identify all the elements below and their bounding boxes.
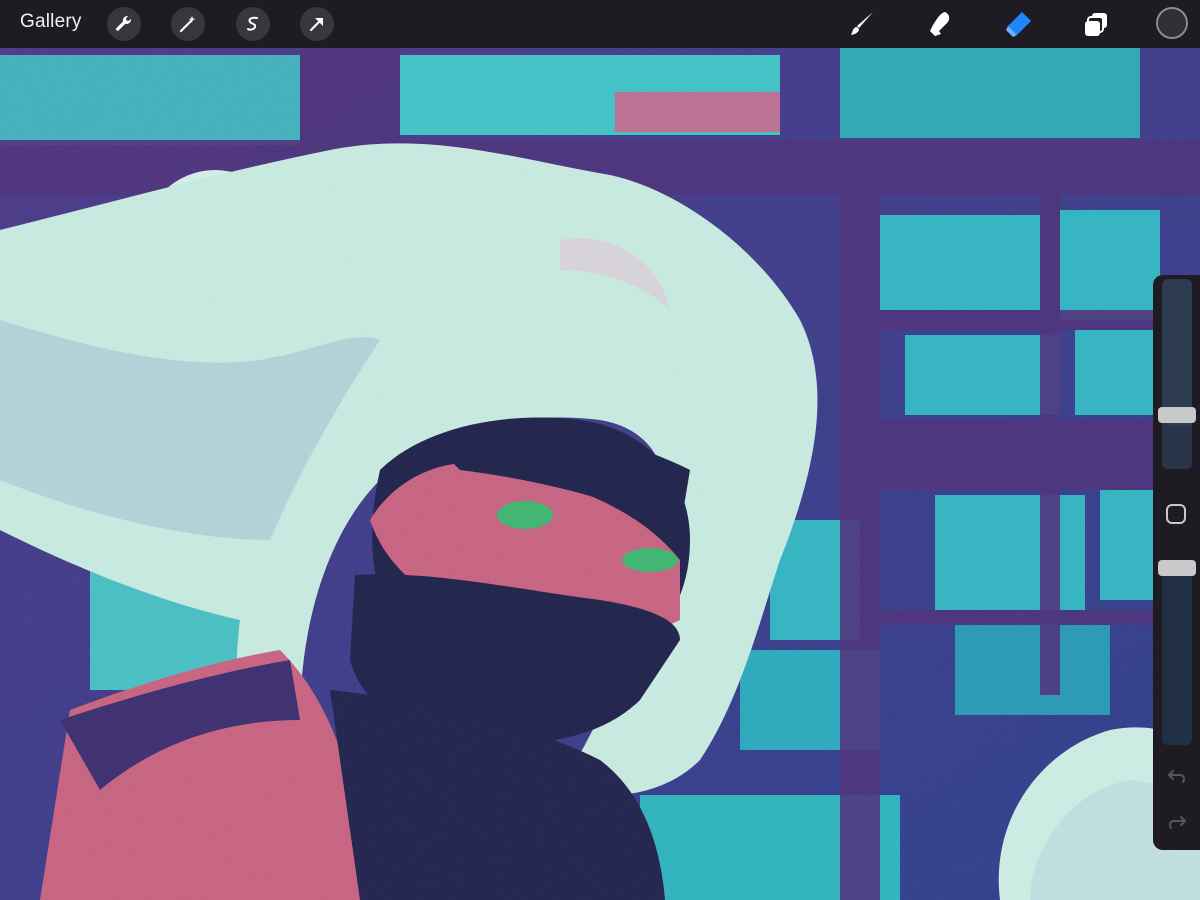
opacity-slider[interactable]: [1158, 560, 1196, 745]
top-toolbar: Gallery: [0, 0, 1200, 48]
selection-button[interactable]: [236, 7, 270, 41]
artwork: [0, 48, 1200, 900]
smudge-icon: [930, 12, 950, 36]
undo-icon[interactable]: [1166, 765, 1188, 787]
magic-wand-icon: [179, 16, 196, 33]
gallery-button[interactable]: Gallery: [20, 11, 82, 33]
brush-icon: [851, 12, 873, 35]
drawing-canvas[interactable]: [0, 0, 1200, 900]
selection-icon: [247, 16, 258, 31]
color-picker-button[interactable]: [1156, 7, 1188, 39]
brush-button[interactable]: [845, 7, 879, 41]
opacity-thumb[interactable]: [1158, 560, 1196, 576]
layers-icon: [1085, 13, 1107, 36]
modify-button[interactable]: [1166, 504, 1186, 524]
smudge-button[interactable]: [923, 7, 957, 41]
brush-size-thumb[interactable]: [1158, 407, 1196, 423]
wrench-icon: [116, 15, 132, 31]
adjustments-button[interactable]: [171, 7, 205, 41]
eraser-button[interactable]: [1001, 7, 1035, 41]
side-bar: [1153, 275, 1200, 850]
actions-button[interactable]: [107, 7, 141, 41]
layers-button[interactable]: [1080, 7, 1114, 41]
brush-size-slider[interactable]: [1158, 279, 1196, 469]
eraser-icon: [1006, 12, 1031, 37]
brush-size-fill: [1162, 425, 1192, 469]
transform-button[interactable]: [300, 7, 334, 41]
redo-icon[interactable]: [1166, 811, 1188, 833]
transform-arrow-icon: [309, 17, 324, 32]
